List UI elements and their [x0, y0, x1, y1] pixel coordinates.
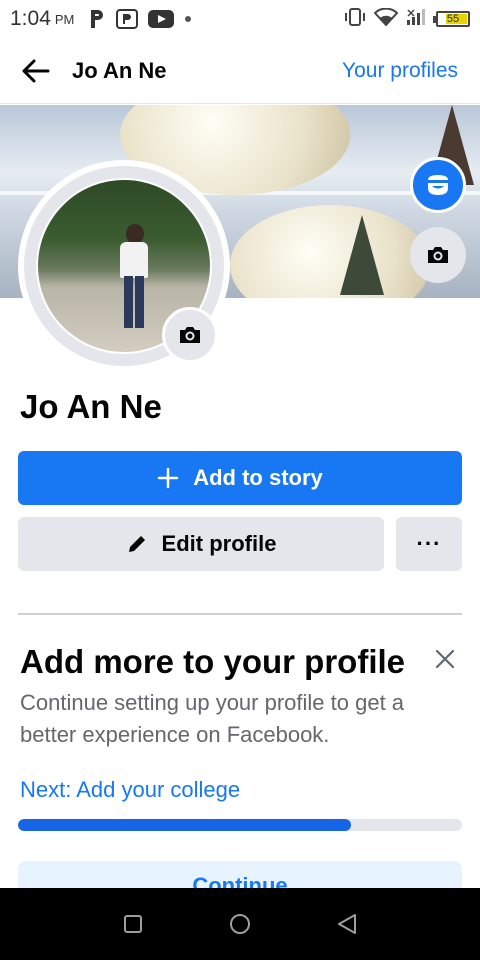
screen: 1:04 PM 55 Jo An Ne Your profiles Jo An …	[0, 0, 480, 960]
cover-camera-button[interactable]	[410, 227, 466, 283]
plus-icon	[157, 467, 179, 489]
more-icon: ···	[416, 531, 442, 556]
status-bar: 1:04 PM 55	[0, 0, 480, 38]
close-card-button[interactable]	[428, 642, 462, 676]
status-right: 55	[344, 7, 470, 31]
camera-icon	[428, 247, 448, 263]
home-button[interactable]	[220, 904, 260, 944]
home-icon	[229, 914, 250, 934]
header-title: Jo An Ne	[72, 57, 167, 83]
avatar-face-icon	[428, 175, 448, 195]
status-ampm: PM	[54, 11, 75, 27]
edit-profile-label: Edit profile	[161, 531, 277, 556]
add-to-story-label: Add to story	[193, 465, 323, 490]
parking-icon	[116, 9, 139, 29]
wifi-icon	[373, 7, 399, 31]
next-step-link[interactable]: Next: Add your college	[20, 777, 240, 803]
youtube-icon	[148, 10, 175, 28]
recents-button[interactable]	[113, 904, 153, 944]
camera-icon	[180, 327, 200, 343]
back-triangle-icon	[337, 914, 356, 934]
your-profiles-link[interactable]: Your profiles	[342, 59, 458, 83]
back-nav-button[interactable]	[327, 904, 367, 944]
card-title: Add more to your profile	[20, 643, 406, 680]
close-icon	[435, 649, 455, 669]
section-divider	[18, 613, 462, 615]
card-description: Continue setting up your profile to get …	[20, 690, 405, 747]
cover-edit-button[interactable]	[410, 157, 466, 213]
back-button[interactable]	[0, 38, 72, 104]
profile-camera-button[interactable]	[162, 307, 218, 363]
progress-fill	[18, 819, 351, 831]
battery-level: 55	[446, 13, 460, 25]
battery-icon: 55	[433, 11, 470, 27]
add-to-story-button[interactable]: Add to story	[18, 451, 462, 505]
pencil-icon	[128, 536, 145, 552]
p-app-icon	[88, 9, 106, 29]
status-time: 1:04	[10, 7, 51, 30]
arrow-left-icon	[22, 59, 50, 82]
recents-icon	[124, 915, 143, 933]
system-nav-bar	[0, 888, 480, 960]
dot-icon	[184, 15, 192, 23]
signal-icon	[406, 8, 428, 31]
more-options-button[interactable]: ···	[396, 517, 462, 571]
vibrate-icon	[344, 7, 366, 31]
top-app-bar: Jo An Ne Your profiles	[0, 38, 480, 104]
profile-name: Jo An Ne	[20, 388, 162, 425]
edit-profile-button[interactable]: Edit profile	[18, 517, 384, 571]
profile-progress-bar	[18, 819, 462, 831]
